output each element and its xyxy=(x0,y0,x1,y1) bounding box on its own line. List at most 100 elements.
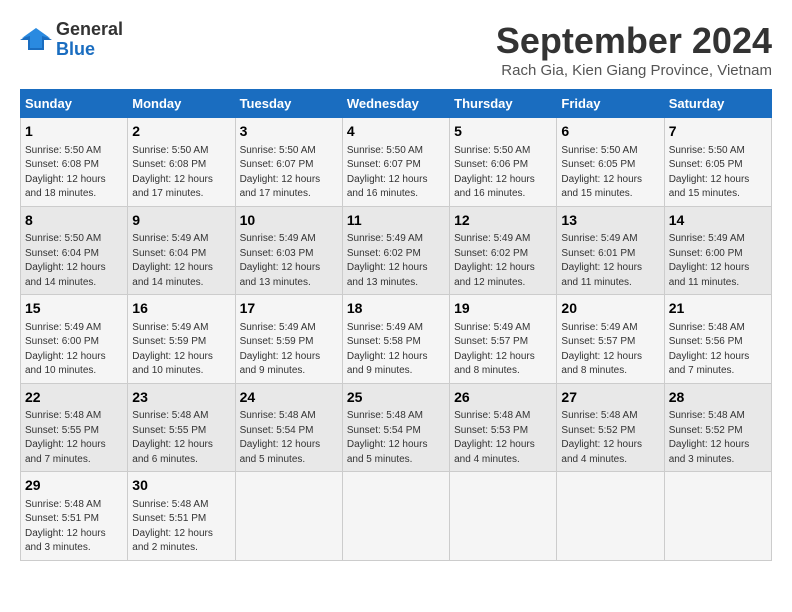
day-number: 22 xyxy=(25,388,123,408)
day-info: Sunrise: 5:49 AM Sunset: 5:57 PM Dayligh… xyxy=(561,321,659,379)
calendar-cell: 16Sunrise: 5:49 AM Sunset: 5:59 PM Dayli… xyxy=(128,295,235,384)
day-number: 3 xyxy=(240,122,338,142)
calendar-cell: 6Sunrise: 5:50 AM Sunset: 6:05 PM Daylig… xyxy=(557,118,664,207)
calendar-cell: 15Sunrise: 5:49 AM Sunset: 6:00 PM Dayli… xyxy=(21,295,128,384)
day-number: 7 xyxy=(669,122,767,142)
day-number: 30 xyxy=(132,476,230,496)
calendar-cell: 3Sunrise: 5:50 AM Sunset: 6:07 PM Daylig… xyxy=(235,118,342,207)
day-number: 21 xyxy=(669,299,767,319)
day-info: Sunrise: 5:50 AM Sunset: 6:07 PM Dayligh… xyxy=(347,144,445,202)
day-number: 11 xyxy=(347,211,445,231)
calendar-cell: 1Sunrise: 5:50 AM Sunset: 6:08 PM Daylig… xyxy=(21,118,128,207)
calendar-cell xyxy=(450,472,557,561)
day-info: Sunrise: 5:49 AM Sunset: 6:02 PM Dayligh… xyxy=(454,232,552,290)
day-info: Sunrise: 5:48 AM Sunset: 5:51 PM Dayligh… xyxy=(25,498,123,556)
calendar-cell: 13Sunrise: 5:49 AM Sunset: 6:01 PM Dayli… xyxy=(557,206,664,295)
calendar-cell xyxy=(235,472,342,561)
logo-text: General Blue xyxy=(56,20,123,60)
calendar-cell: 23Sunrise: 5:48 AM Sunset: 5:55 PM Dayli… xyxy=(128,383,235,472)
day-number: 19 xyxy=(454,299,552,319)
day-number: 23 xyxy=(132,388,230,408)
day-number: 12 xyxy=(454,211,552,231)
calendar-cell xyxy=(557,472,664,561)
day-info: Sunrise: 5:50 AM Sunset: 6:08 PM Dayligh… xyxy=(132,144,230,202)
calendar-cell xyxy=(342,472,449,561)
calendar-week-row: 29Sunrise: 5:48 AM Sunset: 5:51 PM Dayli… xyxy=(21,472,772,561)
day-info: Sunrise: 5:48 AM Sunset: 5:55 PM Dayligh… xyxy=(132,409,230,467)
day-info: Sunrise: 5:49 AM Sunset: 6:00 PM Dayligh… xyxy=(669,232,767,290)
calendar-cell: 30Sunrise: 5:48 AM Sunset: 5:51 PM Dayli… xyxy=(128,472,235,561)
page-header: General Blue September 2024 Rach Gia, Ki… xyxy=(20,20,772,79)
title-area: September 2024 Rach Gia, Kien Giang Prov… xyxy=(496,20,772,79)
calendar-cell: 29Sunrise: 5:48 AM Sunset: 5:51 PM Dayli… xyxy=(21,472,128,561)
header-wednesday: Wednesday xyxy=(342,90,449,118)
day-info: Sunrise: 5:49 AM Sunset: 5:58 PM Dayligh… xyxy=(347,321,445,379)
day-info: Sunrise: 5:48 AM Sunset: 5:52 PM Dayligh… xyxy=(561,409,659,467)
calendar-cell: 24Sunrise: 5:48 AM Sunset: 5:54 PM Dayli… xyxy=(235,383,342,472)
calendar-cell: 12Sunrise: 5:49 AM Sunset: 6:02 PM Dayli… xyxy=(450,206,557,295)
calendar-cell: 2Sunrise: 5:50 AM Sunset: 6:08 PM Daylig… xyxy=(128,118,235,207)
day-info: Sunrise: 5:49 AM Sunset: 6:01 PM Dayligh… xyxy=(561,232,659,290)
day-info: Sunrise: 5:48 AM Sunset: 5:56 PM Dayligh… xyxy=(669,321,767,379)
calendar-cell: 25Sunrise: 5:48 AM Sunset: 5:54 PM Dayli… xyxy=(342,383,449,472)
day-info: Sunrise: 5:50 AM Sunset: 6:08 PM Dayligh… xyxy=(25,144,123,202)
day-number: 29 xyxy=(25,476,123,496)
day-number: 16 xyxy=(132,299,230,319)
calendar-cell: 5Sunrise: 5:50 AM Sunset: 6:06 PM Daylig… xyxy=(450,118,557,207)
calendar-cell: 11Sunrise: 5:49 AM Sunset: 6:02 PM Dayli… xyxy=(342,206,449,295)
day-info: Sunrise: 5:49 AM Sunset: 5:57 PM Dayligh… xyxy=(454,321,552,379)
day-info: Sunrise: 5:49 AM Sunset: 5:59 PM Dayligh… xyxy=(132,321,230,379)
day-info: Sunrise: 5:50 AM Sunset: 6:07 PM Dayligh… xyxy=(240,144,338,202)
calendar-cell: 21Sunrise: 5:48 AM Sunset: 5:56 PM Dayli… xyxy=(664,295,771,384)
calendar-week-row: 8Sunrise: 5:50 AM Sunset: 6:04 PM Daylig… xyxy=(21,206,772,295)
day-number: 15 xyxy=(25,299,123,319)
day-info: Sunrise: 5:49 AM Sunset: 5:59 PM Dayligh… xyxy=(240,321,338,379)
day-info: Sunrise: 5:48 AM Sunset: 5:54 PM Dayligh… xyxy=(347,409,445,467)
day-info: Sunrise: 5:48 AM Sunset: 5:52 PM Dayligh… xyxy=(669,409,767,467)
day-info: Sunrise: 5:48 AM Sunset: 5:55 PM Dayligh… xyxy=(25,409,123,467)
day-number: 28 xyxy=(669,388,767,408)
calendar-cell: 19Sunrise: 5:49 AM Sunset: 5:57 PM Dayli… xyxy=(450,295,557,384)
day-number: 9 xyxy=(132,211,230,231)
calendar-week-row: 15Sunrise: 5:49 AM Sunset: 6:00 PM Dayli… xyxy=(21,295,772,384)
day-number: 24 xyxy=(240,388,338,408)
day-number: 14 xyxy=(669,211,767,231)
day-info: Sunrise: 5:49 AM Sunset: 6:03 PM Dayligh… xyxy=(240,232,338,290)
day-info: Sunrise: 5:49 AM Sunset: 6:00 PM Dayligh… xyxy=(25,321,123,379)
day-info: Sunrise: 5:50 AM Sunset: 6:05 PM Dayligh… xyxy=(669,144,767,202)
calendar-cell: 18Sunrise: 5:49 AM Sunset: 5:58 PM Dayli… xyxy=(342,295,449,384)
calendar-cell: 14Sunrise: 5:49 AM Sunset: 6:00 PM Dayli… xyxy=(664,206,771,295)
calendar-cell: 17Sunrise: 5:49 AM Sunset: 5:59 PM Dayli… xyxy=(235,295,342,384)
calendar-cell: 8Sunrise: 5:50 AM Sunset: 6:04 PM Daylig… xyxy=(21,206,128,295)
calendar-cell: 7Sunrise: 5:50 AM Sunset: 6:05 PM Daylig… xyxy=(664,118,771,207)
day-number: 26 xyxy=(454,388,552,408)
header-monday: Monday xyxy=(128,90,235,118)
day-number: 18 xyxy=(347,299,445,319)
header-row: Sunday Monday Tuesday Wednesday Thursday… xyxy=(21,90,772,118)
day-info: Sunrise: 5:48 AM Sunset: 5:53 PM Dayligh… xyxy=(454,409,552,467)
calendar-header: Sunday Monday Tuesday Wednesday Thursday… xyxy=(21,90,772,118)
day-info: Sunrise: 5:48 AM Sunset: 5:54 PM Dayligh… xyxy=(240,409,338,467)
header-tuesday: Tuesday xyxy=(235,90,342,118)
day-number: 8 xyxy=(25,211,123,231)
calendar-cell: 20Sunrise: 5:49 AM Sunset: 5:57 PM Dayli… xyxy=(557,295,664,384)
day-number: 5 xyxy=(454,122,552,142)
header-thursday: Thursday xyxy=(450,90,557,118)
location-title: Rach Gia, Kien Giang Province, Vietnam xyxy=(496,62,772,79)
calendar-week-row: 22Sunrise: 5:48 AM Sunset: 5:55 PM Dayli… xyxy=(21,383,772,472)
day-number: 6 xyxy=(561,122,659,142)
day-info: Sunrise: 5:50 AM Sunset: 6:05 PM Dayligh… xyxy=(561,144,659,202)
calendar-cell: 22Sunrise: 5:48 AM Sunset: 5:55 PM Dayli… xyxy=(21,383,128,472)
header-friday: Friday xyxy=(557,90,664,118)
calendar-body: 1Sunrise: 5:50 AM Sunset: 6:08 PM Daylig… xyxy=(21,118,772,561)
calendar-cell: 10Sunrise: 5:49 AM Sunset: 6:03 PM Dayli… xyxy=(235,206,342,295)
day-number: 2 xyxy=(132,122,230,142)
calendar-table: Sunday Monday Tuesday Wednesday Thursday… xyxy=(20,89,772,561)
calendar-cell xyxy=(664,472,771,561)
logo-bird-icon xyxy=(20,26,52,54)
day-number: 27 xyxy=(561,388,659,408)
calendar-cell: 9Sunrise: 5:49 AM Sunset: 6:04 PM Daylig… xyxy=(128,206,235,295)
day-number: 1 xyxy=(25,122,123,142)
day-info: Sunrise: 5:50 AM Sunset: 6:06 PM Dayligh… xyxy=(454,144,552,202)
day-info: Sunrise: 5:49 AM Sunset: 6:04 PM Dayligh… xyxy=(132,232,230,290)
